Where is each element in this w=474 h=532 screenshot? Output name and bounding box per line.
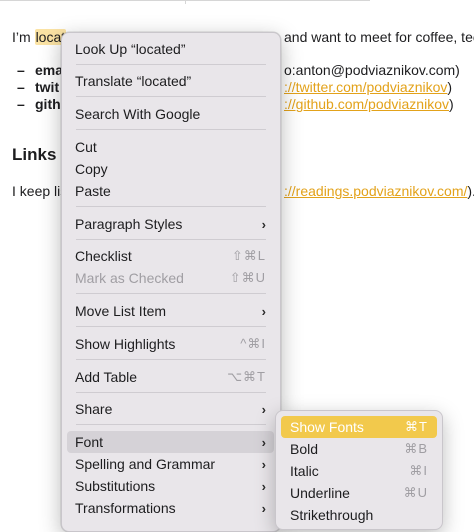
menu-item-label: Translate “located” xyxy=(75,73,192,89)
menu-item-add-table[interactable]: Add Table ⌥⌘T xyxy=(67,366,274,388)
menu-separator xyxy=(76,64,266,65)
menu-item-paragraph-styles[interactable]: Paragraph Styles › xyxy=(67,213,274,235)
readings-link[interactable]: ://readings.podviaznikov.com/ xyxy=(284,183,467,199)
menu-separator xyxy=(76,392,266,393)
intro-suffix[interactable]: and want to meet for coffee, tee xyxy=(284,29,474,45)
bullet-dash: – xyxy=(17,96,25,112)
menu-item-label: Show Highlights xyxy=(75,336,176,352)
menu-item-substitutions[interactable]: Substitutions › xyxy=(67,475,274,497)
submenu-item-label: Italic xyxy=(290,463,319,479)
intro-prefix: I’m xyxy=(12,29,35,45)
menu-item-label: Substitutions xyxy=(75,478,156,494)
menu-item-copy[interactable]: Copy xyxy=(67,158,274,180)
submenu-item-shortcut: ⌘U xyxy=(403,485,428,500)
submenu-item-label: Bold xyxy=(290,441,319,457)
github-link[interactable]: ://github.com/podviaznikov xyxy=(284,96,449,112)
menu-item-label: Add Table xyxy=(75,369,138,385)
submenu-item-label: Show Fonts xyxy=(290,419,364,435)
menu-item-label: Move List Item xyxy=(75,303,167,319)
menu-item-translate[interactable]: Translate “located” xyxy=(67,70,274,92)
menu-separator xyxy=(76,293,266,294)
menu-item-shortcut: ⇧⌘U xyxy=(229,270,266,285)
menu-item-label: Transformations xyxy=(75,500,176,516)
menu-item-cut[interactable]: Cut xyxy=(67,136,274,158)
submenu-item-shortcut: ⌘B xyxy=(404,441,428,456)
menu-item-font[interactable]: Font › xyxy=(67,431,274,453)
paren-close: ) xyxy=(447,79,453,95)
menu-separator xyxy=(76,206,266,207)
chevron-right-icon: › xyxy=(261,434,266,450)
chevron-right-icon: › xyxy=(261,401,266,417)
menu-item-label: Checklist xyxy=(75,248,132,264)
menu-item-label: Paste xyxy=(75,183,111,199)
menu-item-shortcut: ⇧⌘L xyxy=(231,248,266,263)
paren-close: ) xyxy=(448,96,454,112)
menu-item-paste[interactable]: Paste xyxy=(67,180,274,202)
menu-item-label: Spelling and Grammar xyxy=(75,456,216,472)
menu-item-shortcut: ⌥⌘T xyxy=(227,369,266,384)
chevron-right-icon: › xyxy=(261,456,266,472)
menu-item-label: Share xyxy=(75,401,113,417)
menu-item-label: Copy xyxy=(75,161,108,177)
menu-item-label: Look Up “located” xyxy=(75,41,186,57)
menu-separator xyxy=(76,424,266,425)
chevron-right-icon: › xyxy=(261,478,266,494)
menu-separator xyxy=(76,359,266,360)
menu-item-label: Mark as Checked xyxy=(75,270,184,286)
font-submenu: Show Fonts ⌘T Bold ⌘B Italic ⌘I Underlin… xyxy=(275,410,443,530)
chevron-right-icon: › xyxy=(261,303,266,319)
contact-line-github[interactable]: ://github.com/podviaznikov) xyxy=(284,96,454,112)
menu-item-mark-as-checked: Mark as Checked ⇧⌘U xyxy=(67,267,274,289)
menu-item-spelling-grammar[interactable]: Spelling and Grammar › xyxy=(67,453,274,475)
links-prefix[interactable]: I keep lis xyxy=(12,183,67,199)
menu-item-shortcut: ^⌘I xyxy=(240,336,266,351)
submenu-item-strikethrough[interactable]: Strikethrough xyxy=(281,504,437,526)
contact-label-email: ema xyxy=(35,62,64,78)
submenu-item-shortcut: ⌘T xyxy=(405,419,428,434)
chevron-right-icon: › xyxy=(261,216,266,232)
menu-item-share[interactable]: Share › xyxy=(67,398,274,420)
menu-item-checklist[interactable]: Checklist ⇧⌘L xyxy=(67,245,274,267)
bullet-dash: – xyxy=(17,79,25,95)
menu-separator xyxy=(76,129,266,130)
menu-item-label: Cut xyxy=(75,139,97,155)
intro-line[interactable]: I’m locat xyxy=(12,29,67,45)
links-heading: Links xyxy=(12,145,57,164)
menu-item-label: Paragraph Styles xyxy=(75,216,183,232)
contact-label-twitter: twit xyxy=(35,79,60,95)
menu-item-label: Font xyxy=(75,434,104,450)
bullet-dash: – xyxy=(17,62,25,78)
menu-item-search-google[interactable]: Search With Google xyxy=(67,103,274,125)
contact-label-github: gith xyxy=(35,96,61,112)
menu-separator xyxy=(76,96,266,97)
links-suffix: ). xyxy=(467,183,474,199)
menu-item-transformations[interactable]: Transformations › xyxy=(67,497,274,519)
contact-line-twitter[interactable]: ://twitter.com/podviaznikov) xyxy=(284,79,452,95)
context-menu: Look Up “located” Translate “located” Se… xyxy=(61,32,281,532)
top-border-divider xyxy=(185,0,186,4)
submenu-item-label: Strikethrough xyxy=(290,507,374,523)
submenu-item-italic[interactable]: Italic ⌘I xyxy=(281,460,437,482)
menu-item-show-highlights[interactable]: Show Highlights ^⌘I xyxy=(67,333,274,355)
submenu-item-shortcut: ⌘I xyxy=(409,463,428,478)
submenu-item-underline[interactable]: Underline ⌘U xyxy=(281,482,437,504)
links-line[interactable]: ://readings.podviaznikov.com/). xyxy=(284,183,474,199)
contact-value-email[interactable]: o:anton@podviaznikov.com) xyxy=(284,62,460,78)
submenu-item-bold[interactable]: Bold ⌘B xyxy=(281,438,437,460)
twitter-link[interactable]: ://twitter.com/podviaznikov xyxy=(284,79,447,95)
submenu-item-label: Underline xyxy=(290,485,350,501)
chevron-right-icon: › xyxy=(261,500,266,516)
menu-item-label: Search With Google xyxy=(75,106,201,122)
top-border xyxy=(0,0,474,6)
menu-separator xyxy=(76,239,266,240)
menu-separator xyxy=(76,326,266,327)
submenu-item-show-fonts[interactable]: Show Fonts ⌘T xyxy=(281,416,437,438)
menu-item-look-up[interactable]: Look Up “located” xyxy=(67,38,274,60)
menu-item-move-list-item[interactable]: Move List Item › xyxy=(67,300,274,322)
